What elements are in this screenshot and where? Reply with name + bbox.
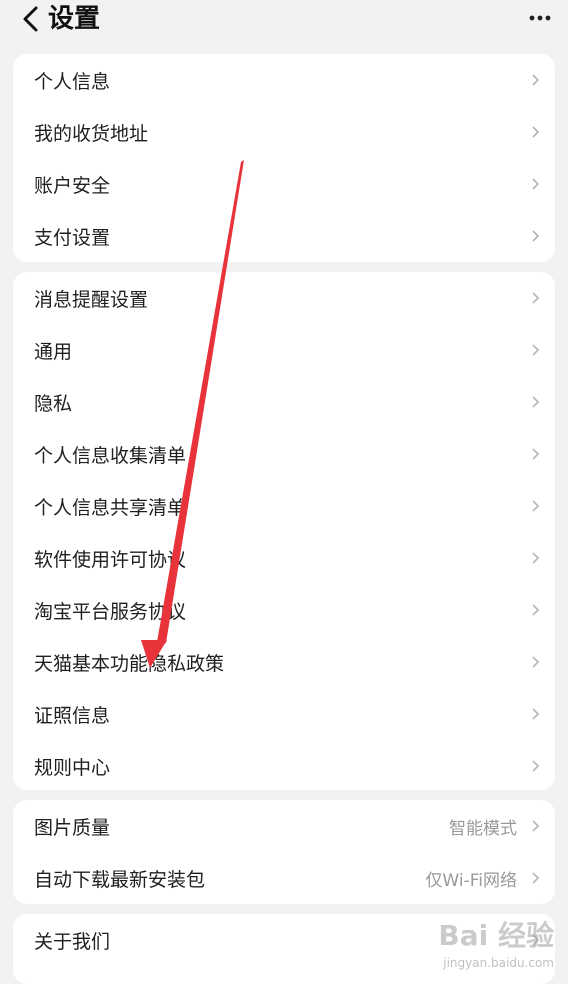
settings-item-label: 规则中心 [34,756,111,779]
settings-item-software-license[interactable]: 软件使用许可协议 [13,532,555,584]
settings-item-label: 天猫基本功能隐私政策 [34,652,225,675]
settings-item-label: 账户安全 [34,174,111,197]
settings-item-label: 隐私 [34,392,73,415]
settings-item-auto-download[interactable]: 自动下载最新安装包 仅Wi-Fi网络 [13,852,555,904]
settings-item-payment[interactable]: 支付设置 [13,210,555,262]
settings-item-label: 关于我们 [34,930,111,953]
header-bar: 设置 [0,0,568,40]
chevron-right-icon [532,934,540,946]
chevron-right-icon [532,604,540,616]
chevron-right-icon [532,552,540,564]
settings-item-label: 软件使用许可协议 [34,548,187,571]
settings-item-label: 自动下载最新安装包 [34,868,206,891]
settings-item-rules-center[interactable]: 规则中心 [13,740,555,790]
settings-item-label: 消息提醒设置 [34,288,149,311]
page-title: 设置 [48,4,101,34]
settings-group-general: 消息提醒设置 通用 隐私 个人信息收集清单 个人信息共享清单 软件使用许可协议 … [13,272,555,790]
settings-item-label: 个人信息收集清单 [34,444,187,467]
chevron-right-icon [532,656,540,668]
chevron-right-icon [532,126,540,138]
chevron-left-icon [23,6,38,32]
settings-item-tmall-privacy-policy[interactable]: 天猫基本功能隐私政策 [13,636,555,688]
settings-item-privacy[interactable]: 隐私 [13,376,555,428]
chevron-right-icon [532,820,540,832]
settings-item-label: 个人信息 [34,70,111,93]
chevron-right-icon [532,500,540,512]
settings-item-image-quality[interactable]: 图片质量 智能模式 [13,800,555,852]
settings-item-notifications[interactable]: 消息提醒设置 [13,272,555,324]
settings-item-about-us[interactable]: 关于我们 [13,914,555,966]
chevron-right-icon [532,708,540,720]
settings-item-label: 个人信息共享清单 [34,496,187,519]
chevron-right-icon [532,872,540,884]
settings-item-personal-info[interactable]: 个人信息 [13,54,555,106]
settings-item-info-sharing-list[interactable]: 个人信息共享清单 [13,480,555,532]
more-dots-icon [529,15,551,21]
settings-item-value: 智能模式 [449,818,517,839]
settings-item-label: 证照信息 [34,704,111,727]
chevron-right-icon [532,178,540,190]
settings-item-info-collection-list[interactable]: 个人信息收集清单 [13,428,555,480]
settings-item-license-info[interactable]: 证照信息 [13,688,555,740]
settings-item-general[interactable]: 通用 [13,324,555,376]
settings-group-media: 图片质量 智能模式 自动下载最新安装包 仅Wi-Fi网络 [13,800,555,904]
settings-item-account-security[interactable]: 账户安全 [13,158,555,210]
back-button[interactable] [12,2,48,36]
settings-item-label: 支付设置 [34,226,111,249]
settings-item-shipping-address[interactable]: 我的收货地址 [13,106,555,158]
settings-item-label: 我的收货地址 [34,122,149,145]
chevron-right-icon [532,230,540,242]
settings-item-platform-agreement[interactable]: 淘宝平台服务协议 [13,584,555,636]
chevron-right-icon [532,292,540,304]
settings-item-label: 通用 [34,340,73,363]
settings-item-label: 图片质量 [34,816,111,839]
chevron-right-icon [532,396,540,408]
settings-group-account: 个人信息 我的收货地址 账户安全 支付设置 [13,54,555,262]
chevron-right-icon [532,74,540,86]
settings-group-about: 关于我们 [13,914,555,984]
chevron-right-icon [532,760,540,772]
more-button[interactable] [524,4,556,32]
settings-item-label: 淘宝平台服务协议 [34,600,187,623]
chevron-right-icon [532,344,540,356]
chevron-right-icon [532,448,540,460]
settings-item-value: 仅Wi-Fi网络 [425,870,517,891]
